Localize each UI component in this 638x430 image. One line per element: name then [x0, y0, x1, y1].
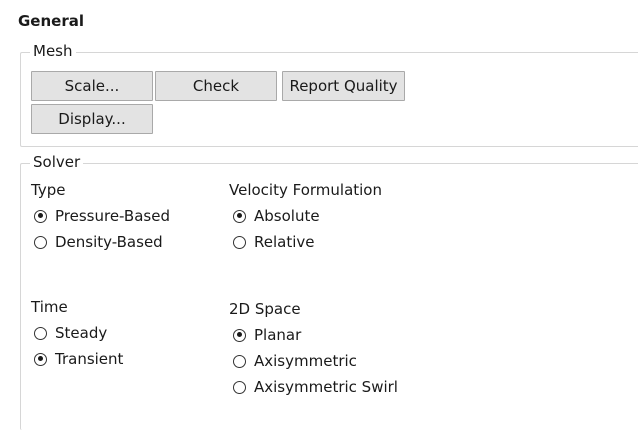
solver-group-label: Solver: [30, 153, 84, 171]
report-quality-button[interactable]: Report Quality: [282, 71, 405, 101]
check-button[interactable]: Check: [155, 71, 277, 101]
radio-label: Absolute: [254, 207, 320, 225]
radio-label: Transient: [55, 350, 124, 368]
radio-label: Pressure-Based: [55, 207, 170, 225]
radio-icon: [34, 352, 47, 366]
radio-pressure-based[interactable]: Pressure-Based: [34, 207, 170, 225]
radio-label: Relative: [254, 233, 315, 251]
radio-icon: [34, 326, 47, 340]
mesh-group-label: Mesh: [30, 42, 76, 60]
radio-density-based[interactable]: Density-Based: [34, 233, 163, 251]
radio-absolute[interactable]: Absolute: [233, 207, 320, 225]
velocity-formulation-label: Velocity Formulation: [229, 181, 382, 199]
radio-icon: [233, 209, 246, 223]
general-panel: General Mesh Scale... Check Report Quali…: [0, 0, 638, 430]
radio-label: Axisymmetric: [254, 352, 357, 370]
2d-space-label: 2D Space: [229, 300, 301, 318]
radio-label: Density-Based: [55, 233, 163, 251]
radio-icon: [34, 209, 47, 223]
radio-axisymmetric-swirl[interactable]: Axisymmetric Swirl: [233, 378, 398, 396]
radio-icon: [34, 235, 47, 249]
panel-title: General: [18, 12, 84, 30]
radio-icon: [233, 235, 246, 249]
radio-relative[interactable]: Relative: [233, 233, 315, 251]
type-label: Type: [31, 181, 66, 199]
radio-transient[interactable]: Transient: [34, 350, 123, 368]
radio-steady[interactable]: Steady: [34, 324, 107, 342]
radio-icon: [233, 328, 246, 342]
radio-label: Steady: [55, 324, 108, 342]
radio-label: Planar: [254, 326, 302, 344]
scale-button[interactable]: Scale...: [31, 71, 153, 101]
radio-label: Axisymmetric Swirl: [254, 378, 398, 396]
radio-icon: [233, 354, 246, 368]
time-label: Time: [31, 298, 68, 316]
radio-planar[interactable]: Planar: [233, 326, 301, 344]
radio-icon: [233, 380, 246, 394]
display-button[interactable]: Display...: [31, 104, 153, 134]
radio-axisymmetric[interactable]: Axisymmetric: [233, 352, 357, 370]
